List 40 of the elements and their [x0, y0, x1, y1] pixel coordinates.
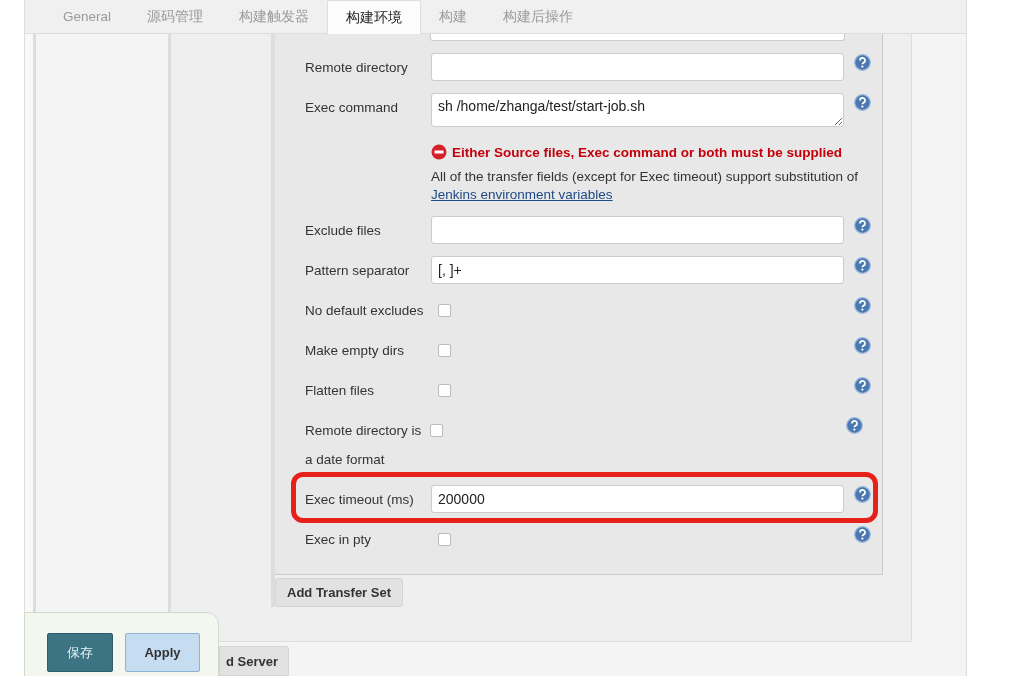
add-server-button[interactable]: d Server: [219, 646, 290, 676]
text-field[interactable]: [431, 216, 844, 244]
text-field[interactable]: [430, 34, 845, 41]
text-field[interactable]: 200000: [431, 485, 844, 513]
command-field[interactable]: sh /home/zhanga/test/start-job.sh: [431, 93, 844, 127]
checkbox[interactable]: [430, 424, 443, 437]
field-label: Exclude files: [305, 222, 382, 240]
field-label: Exec timeout (ms): [305, 491, 415, 509]
help-icon[interactable]: [854, 257, 871, 274]
checkbox[interactable]: [438, 533, 451, 546]
help-icon[interactable]: [846, 417, 863, 434]
checkbox[interactable]: [438, 384, 451, 397]
environment-variables-link[interactable]: Jenkins environment variables: [431, 187, 613, 202]
field-label: Pattern separator: [305, 262, 411, 280]
field-label: Flatten files: [305, 382, 376, 400]
help-icon[interactable]: [854, 94, 871, 111]
error-icon: [431, 144, 447, 160]
help-icon[interactable]: [854, 54, 871, 71]
tab[interactable]: 构建环境: [327, 0, 422, 35]
checkbox[interactable]: [438, 304, 451, 317]
help-icon[interactable]: [854, 486, 871, 503]
save-button[interactable]: 保存: [47, 633, 113, 672]
error-message: Either Source files, Exec command or both must be supplied: [452, 144, 843, 160]
apply-button[interactable]: Apply: [125, 633, 200, 672]
text-field[interactable]: [431, 53, 844, 81]
help-icon[interactable]: [854, 337, 871, 354]
help-icon[interactable]: [854, 526, 871, 543]
help-text: All of the transfer fields (except for Exec timeout) support substitution of Jenkins environment variables: [431, 168, 859, 204]
field-label: Exec in pty: [305, 531, 373, 549]
field-label: No default excludes: [305, 302, 425, 320]
help-icon[interactable]: [854, 217, 871, 234]
help-icon[interactable]: [854, 377, 871, 394]
help-icon[interactable]: [854, 297, 871, 314]
text-field[interactable]: [, ]+: [431, 256, 844, 284]
field-label: Remote directory: [305, 59, 409, 77]
checkbox[interactable]: [438, 344, 451, 357]
field-label: Remote directory is a date format: [305, 422, 423, 469]
add-transfer-set-button[interactable]: Add Transfer Set: [275, 578, 404, 607]
field-label: Make empty dirs: [305, 342, 406, 360]
field-label: Exec command: [305, 99, 400, 117]
